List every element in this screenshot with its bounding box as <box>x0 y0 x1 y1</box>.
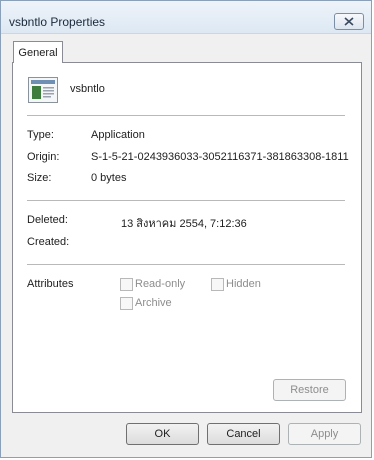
restore-button[interactable]: Restore <box>273 379 346 401</box>
read-only-checkbox[interactable] <box>120 278 133 291</box>
type-label: Type: <box>27 129 54 141</box>
properties-window: vsbntlo Properties General vsbntlo Type:… <box>0 0 372 458</box>
separator <box>27 264 345 265</box>
close-icon <box>344 17 354 26</box>
archive-label: Archive <box>135 297 172 309</box>
separator <box>27 115 345 116</box>
cancel-button[interactable]: Cancel <box>207 423 280 445</box>
hidden-checkbox[interactable] <box>211 278 224 291</box>
origin-value: S-1-5-21-0243936033-3052116371-381863308… <box>91 151 349 163</box>
size-value: 0 bytes <box>91 172 127 184</box>
file-name: vsbntlo <box>70 83 105 95</box>
window-title: vsbntlo Properties <box>9 15 106 29</box>
separator <box>27 200 345 201</box>
created-label: Created: <box>27 236 70 248</box>
size-label: Size: <box>27 172 52 184</box>
deleted-label: Deleted: <box>27 214 68 226</box>
ok-button[interactable]: OK <box>126 423 199 445</box>
application-file-icon <box>28 77 58 103</box>
tab-general[interactable]: General <box>13 41 63 63</box>
apply-button[interactable]: Apply <box>288 423 361 445</box>
general-panel: vsbntlo Type: Application Origin: S-1-5-… <box>12 62 362 413</box>
title-bar[interactable]: vsbntlo Properties <box>1 1 371 34</box>
origin-label: Origin: <box>27 151 60 163</box>
deleted-value: 13 สิงหาคม 2554, 7:12:36 <box>121 218 247 230</box>
archive-checkbox[interactable] <box>120 297 133 310</box>
type-value: Application <box>91 129 145 141</box>
read-only-label: Read-only <box>135 278 186 290</box>
attributes-label: Attributes <box>27 278 74 290</box>
close-button[interactable] <box>334 13 364 30</box>
hidden-label: Hidden <box>226 278 261 290</box>
